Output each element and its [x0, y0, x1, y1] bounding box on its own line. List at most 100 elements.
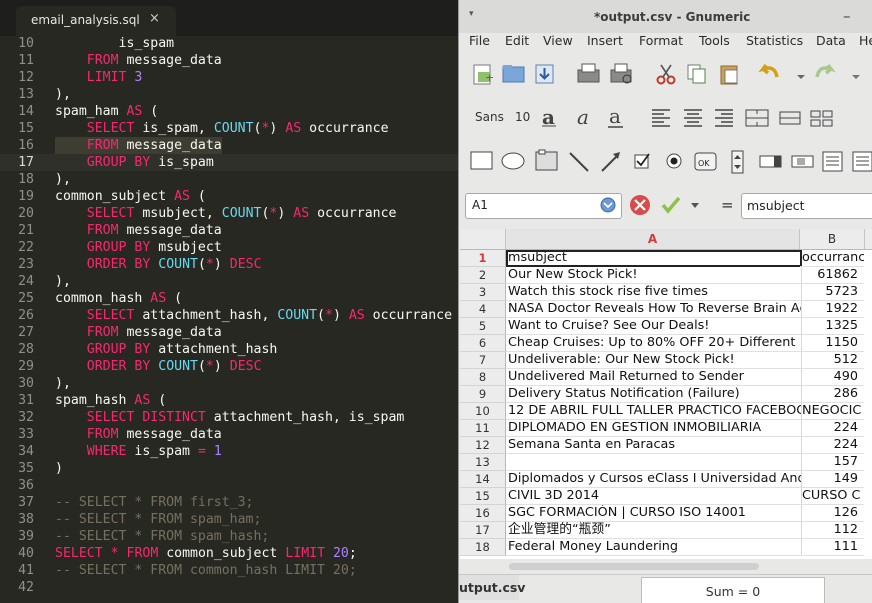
- cell-b[interactable]: 61862: [800, 267, 864, 284]
- cell-b[interactable]: occurrance: [800, 250, 864, 267]
- cell-a[interactable]: Federal Money Laundering: [506, 539, 802, 556]
- row-header[interactable]: 5: [460, 318, 506, 335]
- line-tool-icon[interactable]: [569, 152, 589, 172]
- code-line[interactable]: 37 -- SELECT * FROM first_3;: [0, 494, 458, 511]
- align-center-icon[interactable]: [684, 109, 702, 127]
- editor-tab[interactable]: email_analysis.sql ×: [16, 6, 176, 36]
- code-line[interactable]: 38 -- SELECT * FROM spam_ham;: [0, 511, 458, 528]
- cell-a[interactable]: msubject: [506, 250, 802, 267]
- list2-tool-icon[interactable]: [852, 151, 872, 172]
- code-line[interactable]: 27 FROM message_data: [0, 324, 458, 341]
- code-editor[interactable]: email_analysis.sql × 10 is_spam 11 FROM m…: [0, 0, 458, 603]
- code-line[interactable]: 20 SELECT msubject, COUNT(*) AS occurran…: [0, 205, 458, 222]
- list-tool-icon[interactable]: [822, 151, 843, 172]
- code-line[interactable]: 18),: [0, 171, 458, 188]
- underline-icon[interactable]: a: [608, 104, 623, 128]
- copy-icon[interactable]: [687, 64, 706, 84]
- cell-b[interactable]: 490: [800, 369, 864, 386]
- name-box-dropdown-icon[interactable]: [600, 197, 616, 213]
- cell-a[interactable]: Undeliverable: Our New Stock Pick!: [506, 352, 802, 369]
- code-line[interactable]: 14 spam_ham AS (: [0, 103, 458, 120]
- code-line[interactable]: 11 FROM message_data: [0, 52, 458, 69]
- cell-a[interactable]: CIVIL 3D 2014: [506, 488, 802, 505]
- code-line[interactable]: 22 GROUP BY msubject: [0, 239, 458, 256]
- merge-cells-icon[interactable]: [745, 109, 769, 127]
- cell-a[interactable]: SGC FORMACIÓN | CURSO ISO 14001: [506, 505, 802, 522]
- row-header[interactable]: 1: [460, 250, 506, 267]
- cell-a[interactable]: Watch this stock rise five times: [506, 284, 802, 301]
- paste-icon[interactable]: [720, 65, 738, 85]
- cell-a[interactable]: NASA Doctor Reveals How To Reverse Brain…: [506, 301, 802, 318]
- cell-a[interactable]: Delivery Status Notification (Failure): [506, 386, 802, 403]
- code-line[interactable]: 21 FROM message_data: [0, 222, 458, 239]
- accept-icon[interactable]: [661, 196, 681, 214]
- row-header[interactable]: 17: [460, 522, 506, 539]
- new-file-icon[interactable]: +: [473, 64, 494, 85]
- close-icon[interactable]: ×: [149, 11, 160, 26]
- arrow-tool-icon[interactable]: [601, 152, 620, 172]
- spreadsheet-grid[interactable]: A B 1msubjectoccurrance2Our New Stock Pi…: [460, 229, 872, 559]
- code-line[interactable]: 25 common_hash AS (: [0, 290, 458, 307]
- cell-b[interactable]: 126: [800, 505, 864, 522]
- frame-tool-icon[interactable]: [535, 149, 558, 171]
- open-folder-icon[interactable]: [502, 65, 525, 83]
- code-line[interactable]: 24),: [0, 273, 458, 290]
- code-line[interactable]: 23 ORDER BY COUNT(*) DESC: [0, 256, 458, 273]
- code-line[interactable]: 19 common_subject AS (: [0, 188, 458, 205]
- spin-button-tool-icon[interactable]: [731, 150, 744, 174]
- row-header[interactable]: 16: [460, 505, 506, 522]
- cancel-icon[interactable]: [630, 195, 650, 215]
- horizontal-scrollbar-thumb[interactable]: [509, 563, 759, 570]
- menu-he[interactable]: He: [859, 33, 872, 48]
- formula-input[interactable]: msubject: [741, 193, 872, 219]
- menu-data[interactable]: Data: [816, 33, 846, 48]
- code-line[interactable]: 35): [0, 460, 458, 477]
- cell-b[interactable]: 1150: [800, 335, 864, 352]
- code-line[interactable]: 12 LIMIT 3: [0, 69, 458, 86]
- cell-b[interactable]: 112: [800, 522, 864, 539]
- menu-view[interactable]: View: [543, 33, 573, 48]
- print-icon[interactable]: [577, 63, 600, 83]
- cell-a[interactable]: Our New Stock Pick!: [506, 267, 802, 284]
- cell-b[interactable]: 111: [800, 539, 864, 556]
- code-line[interactable]: 36: [0, 477, 458, 494]
- cell-b[interactable]: NEGOCIC: [800, 403, 864, 420]
- code-line[interactable]: 32 SELECT DISTINCT attachment_hash, is_s…: [0, 409, 458, 426]
- row-header[interactable]: 18: [460, 539, 506, 556]
- scrollbar-tool-icon[interactable]: [791, 155, 814, 168]
- italic-icon[interactable]: a: [577, 105, 589, 129]
- sheet-tab[interactable]: utput.csv: [459, 575, 525, 600]
- bold-icon[interactable]: a: [542, 105, 556, 129]
- code-line[interactable]: 39 -- SELECT * FROM spam_hash;: [0, 528, 458, 545]
- print-preview-icon[interactable]: [610, 63, 632, 84]
- row-header[interactable]: 4: [460, 301, 506, 318]
- window-menu-icon[interactable]: ▾: [469, 9, 474, 19]
- cell-a[interactable]: Want to Cruise? See Our Deals!: [506, 318, 802, 335]
- code-area[interactable]: 10 is_spam 11 FROM message_data 12 LIMIT 3…: [0, 35, 458, 596]
- cell-a[interactable]: Undelivered Mail Returned to Sender: [506, 369, 802, 386]
- row-header[interactable]: 13: [460, 454, 506, 471]
- code-line[interactable]: 10 is_spam: [0, 35, 458, 52]
- code-line[interactable]: 42: [0, 579, 458, 596]
- cut-icon[interactable]: [656, 64, 676, 85]
- code-line[interactable]: 26 SELECT attachment_hash, COUNT(*) AS o…: [0, 307, 458, 324]
- row-header[interactable]: 7: [460, 352, 506, 369]
- combo-tool-icon[interactable]: [759, 155, 782, 168]
- row-header[interactable]: 10: [460, 403, 506, 420]
- code-line[interactable]: 13),: [0, 86, 458, 103]
- cell-b[interactable]: 5723: [800, 284, 864, 301]
- code-line[interactable]: 30),: [0, 375, 458, 392]
- code-line[interactable]: 15 SELECT is_spam, COUNT(*) AS occurranc…: [0, 120, 458, 137]
- code-line[interactable]: 40 SELECT * FROM common_subject LIMIT 20;: [0, 545, 458, 562]
- column-header-a[interactable]: A: [506, 229, 800, 249]
- column-header-b[interactable]: B: [800, 229, 865, 249]
- row-header[interactable]: 12: [460, 437, 506, 454]
- center-across-icon[interactable]: [779, 111, 801, 125]
- row-header[interactable]: 9: [460, 386, 506, 403]
- menu-file[interactable]: File: [469, 33, 490, 48]
- menu-edit[interactable]: Edit: [505, 33, 529, 48]
- cell-b[interactable]: 286: [800, 386, 864, 403]
- equals-sign[interactable]: =: [721, 196, 734, 214]
- code-line[interactable]: 33 FROM message_data: [0, 426, 458, 443]
- cell-b[interactable]: 512: [800, 352, 864, 369]
